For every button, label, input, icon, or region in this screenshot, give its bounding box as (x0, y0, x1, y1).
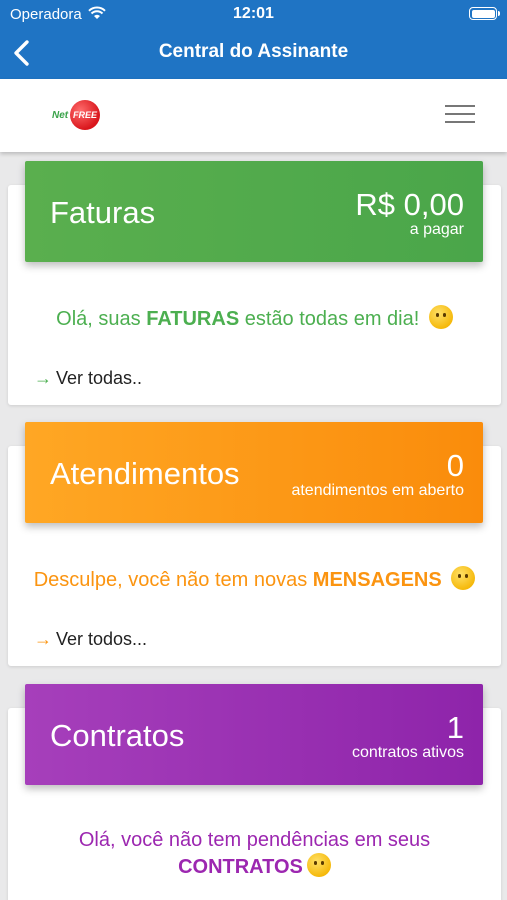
wink-emoji-icon (428, 305, 453, 329)
contratos-banner[interactable]: Contratos 1 contratos ativos (25, 684, 483, 785)
grin-emoji-icon (306, 853, 331, 877)
atendimentos-subtitle: atendimentos em aberto (291, 482, 464, 499)
contratos-keyword: CONTRATOS (178, 856, 303, 878)
logo-free-badge: FREE (70, 100, 100, 130)
atendimentos-message: Desculpe, você não tem novas MENSAGENS (8, 566, 501, 593)
contratos-title: Contratos (50, 718, 185, 753)
clock: 12:01 (233, 5, 274, 22)
faturas-keyword: FATURAS (146, 308, 240, 330)
atendimentos-view-all-link[interactable]: → Ver todos... (34, 629, 147, 650)
arrow-right-icon: → (34, 368, 52, 388)
faturas-message: Olá, suas FATURAS estão todas em dia! (8, 305, 501, 332)
battery-icon (469, 7, 500, 20)
faturas-title: Faturas (50, 195, 156, 230)
atendimentos-banner[interactable]: Atendimentos 0 atendimentos em aberto (25, 422, 483, 523)
page-title: Central do Assinante (158, 41, 349, 62)
contratos-message: Olá, você não tem pendências em seus CON… (78, 829, 431, 878)
brand-logo[interactable]: Net FREE (50, 99, 104, 131)
faturas-view-all-link[interactable]: → Ver todas.. (34, 368, 142, 389)
app-header: Net FREE (0, 79, 507, 152)
contratos-subtitle: contratos ativos (351, 744, 464, 761)
faturas-banner[interactable]: Faturas R$ 0,00 a pagar (25, 161, 483, 262)
contratos-count: 1 (446, 710, 464, 745)
faturas-amount: R$ 0,00 (355, 187, 464, 222)
faturas-subtitle: a pagar (409, 221, 464, 238)
atendimentos-count: 0 (446, 448, 464, 483)
nav-bar: Central do Assinante (0, 30, 507, 79)
menu-hamburger-icon[interactable] (445, 105, 475, 125)
atendimentos-title: Atendimentos (50, 456, 240, 491)
atendimentos-keyword: MENSAGENS (312, 569, 442, 591)
arrow-right-icon: → (34, 629, 52, 649)
status-bar: Operadora 12:01 (0, 0, 507, 30)
confused-emoji-icon (451, 566, 476, 590)
logo-net-text: Net (52, 110, 69, 121)
